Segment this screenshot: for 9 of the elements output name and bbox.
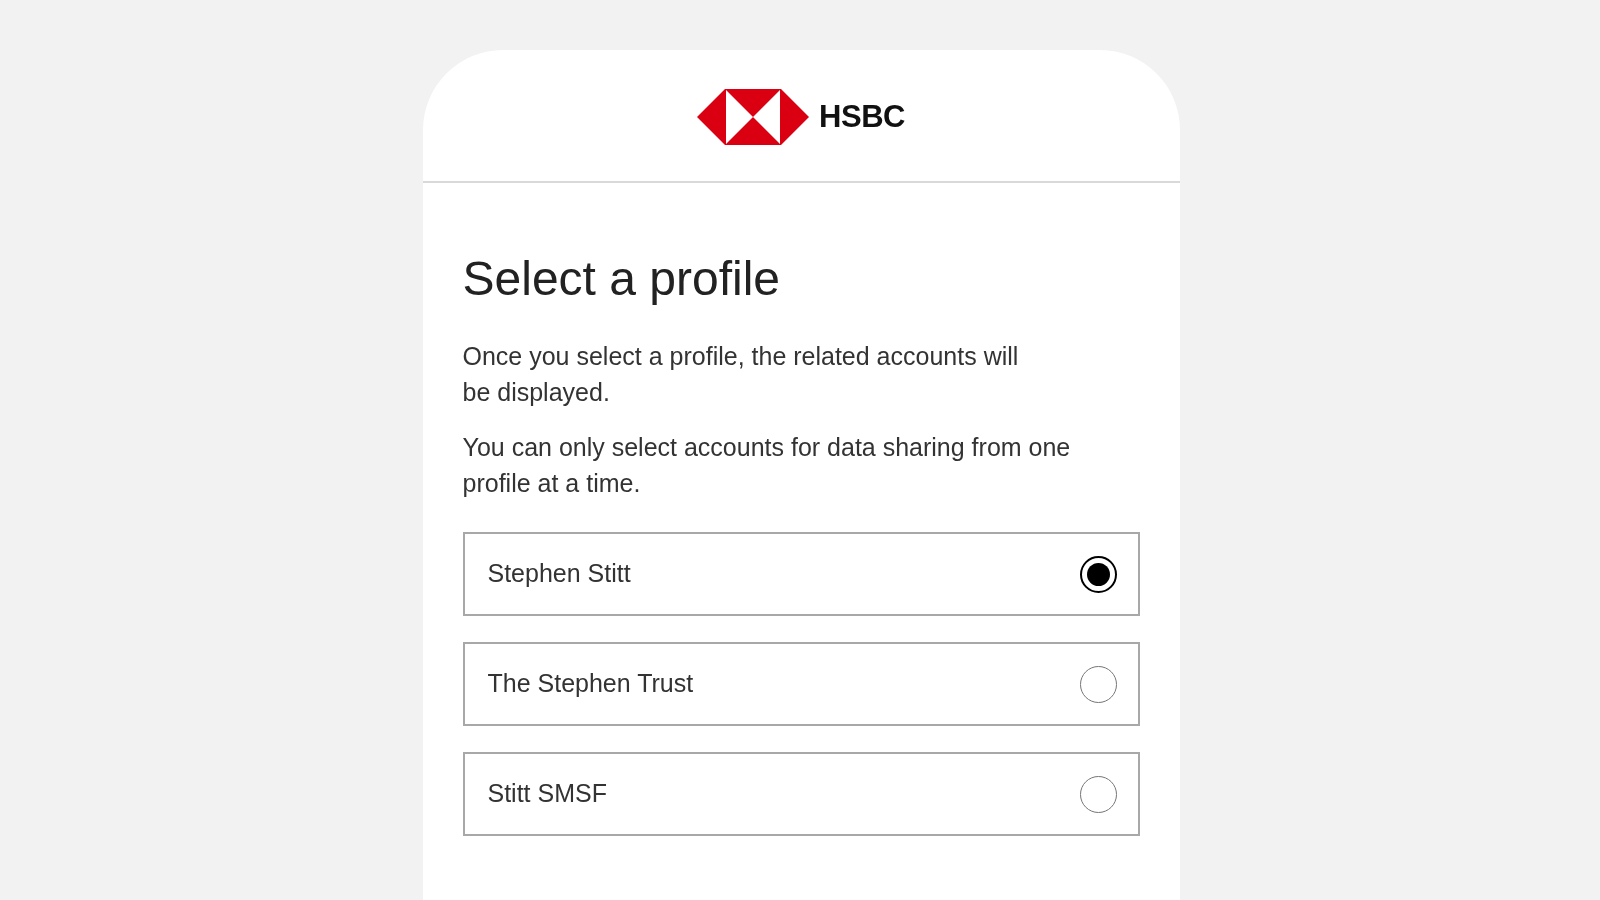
- page-title: Select a profile: [462, 251, 781, 307]
- profile-option[interactable]: Stitt SMSF: [462, 752, 1140, 836]
- hexagon-logo-icon: [697, 88, 810, 145]
- radio-button[interactable]: [1079, 555, 1117, 593]
- info-text: You can only select accounts for data sharing from one profile at a time.: [462, 432, 1072, 499]
- profile-option[interactable]: The Stephen Trust: [462, 642, 1140, 726]
- info-text: Once you select a profile, the related accounts will be displayed.: [462, 341, 1020, 408]
- brand-wordmark: HSBC: [819, 101, 905, 132]
- profile-option[interactable]: Stephen Stitt: [462, 532, 1140, 616]
